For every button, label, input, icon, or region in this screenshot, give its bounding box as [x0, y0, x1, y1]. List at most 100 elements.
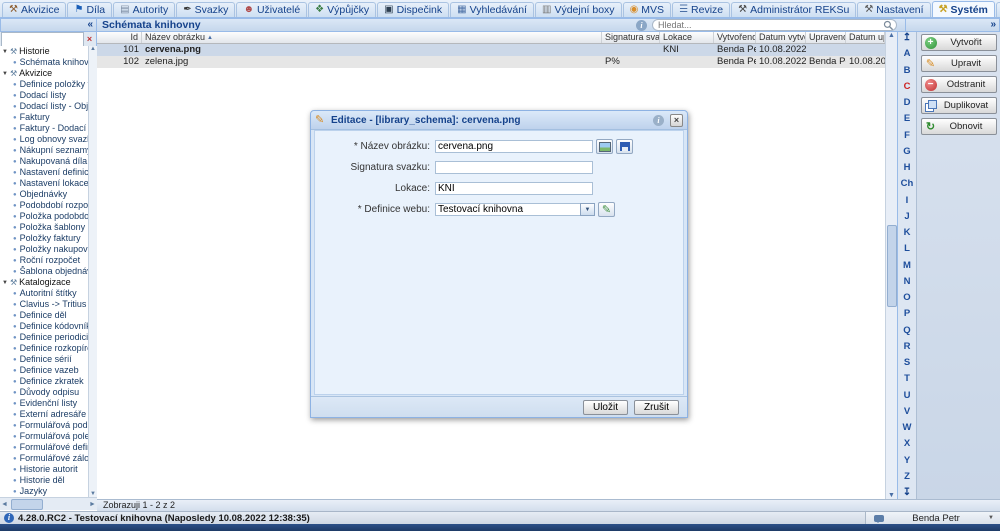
alpha-letter-a[interactable]: A — [904, 49, 911, 59]
alpha-letter-ch[interactable]: Ch — [901, 179, 914, 189]
tree-item-faktury[interactable]: ●Faktury — [0, 112, 88, 123]
tab-mvs[interactable]: ◉MVS — [623, 2, 672, 17]
tree-item-definice-periodicity[interactable]: ●Definice periodicity — [0, 332, 88, 343]
search-icon[interactable] — [883, 20, 894, 31]
tree-item-faktury-dodac-listy[interactable]: ●Faktury - Dodací listy — [0, 123, 88, 134]
tree-item-definice-vazeb[interactable]: ●Definice vazeb — [0, 365, 88, 376]
alpha-letter-n[interactable]: N — [904, 277, 911, 287]
tree-item-nastaven-definice-polo-ky[interactable]: ●Nastavení definice položky — [0, 167, 88, 178]
alpha-letter-c[interactable]: C — [904, 82, 911, 92]
vytvo-it-button[interactable]: Vytvořit — [921, 34, 997, 51]
column-header-id[interactable]: Id — [97, 32, 142, 43]
sidebar-vertical-scrollbar[interactable]: ▲▼ — [88, 46, 97, 497]
duplikovat-button[interactable]: Duplikovat — [921, 97, 997, 114]
tab-administr-tor-reksu[interactable]: ⚒Administrátor REKSu — [731, 2, 856, 17]
alpha-letter-u[interactable]: U — [904, 391, 911, 401]
alpha-letter-k[interactable]: K — [904, 228, 911, 238]
column-header-datum-vytvo[interactable]: Datum vytvo... — [756, 32, 806, 43]
tree-item-nakupovan-d-la[interactable]: ●Nakupovaná díla — [0, 156, 88, 167]
expand-right-panel-icon[interactable]: » — [990, 20, 996, 30]
tree-item-formul-ov-z-lo-ky[interactable]: ●Formulářové záložky — [0, 453, 88, 464]
column-header-vytvo-eno-u[interactable]: Vytvořeno u... — [714, 32, 756, 43]
upload-image-button[interactable] — [596, 139, 613, 154]
obnovit-button[interactable]: Obnovit — [921, 118, 997, 135]
tab-autority[interactable]: ▤Autority — [113, 2, 175, 17]
tab-dispe-ink[interactable]: ▣Dispečink — [377, 2, 449, 17]
scroll-thumb[interactable] — [887, 225, 897, 307]
alpha-letter-t[interactable]: T — [904, 374, 910, 384]
alpha-letter-m[interactable]: M — [903, 261, 911, 271]
tree-item-sch-mata-knihovny[interactable]: ●Schémata knihovny — [0, 57, 88, 68]
tab-v-p-j-ky[interactable]: ❖Výpůjčky — [308, 2, 376, 17]
tab-nastaven[interactable]: ⚒Nastavení — [857, 2, 930, 17]
info-icon[interactable]: i — [4, 513, 14, 523]
alpha-letter-q[interactable]: Q — [903, 326, 910, 336]
lokace-field[interactable] — [435, 182, 593, 195]
alpha-letter-e[interactable]: E — [904, 114, 910, 124]
alpha-letter-b[interactable]: B — [904, 66, 911, 76]
alpha-letter-s[interactable]: S — [904, 358, 910, 368]
tree-filter-input[interactable] — [1, 32, 84, 47]
tab-revize[interactable]: ☰Revize — [672, 2, 730, 17]
table-row[interactable]: 101cervena.pngKNIBenda Petr10.08.2022 — [97, 44, 885, 56]
tree-item-objedn-vky[interactable]: ●Objednávky — [0, 189, 88, 200]
tree-item-definice-rozkop-rov-n[interactable]: ●Definice rozkopírování — [0, 343, 88, 354]
column-header-upraveno-u[interactable]: Upraveno u... — [806, 32, 846, 43]
alpha-letter-f[interactable]: F — [904, 131, 910, 141]
save-image-button[interactable] — [616, 139, 633, 154]
tree-item-eviden-n-listy[interactable]: ●Evidenční listy — [0, 398, 88, 409]
sidebar-horizontal-scrollbar[interactable]: ◄ ► — [0, 497, 97, 510]
clear-filter-icon[interactable]: × — [84, 34, 95, 44]
jump-to-bottom-icon[interactable]: ↧ — [903, 488, 911, 498]
tree-item-definice-k-dovn-k[interactable]: ●Definice kódovníků — [0, 321, 88, 332]
collapse-sidebar-icon[interactable]: « — [87, 20, 93, 30]
alpha-letter-r[interactable]: R — [904, 342, 911, 352]
info-icon[interactable]: i — [636, 20, 647, 31]
scroll-left-icon[interactable]: ◄ — [0, 501, 9, 508]
scroll-right-icon[interactable]: ► — [88, 501, 97, 508]
tab-akvizice[interactable]: ⚒Akvizice — [2, 2, 66, 17]
tree-item-dodac-listy-objedn-vka[interactable]: ●Dodací listy - Objednávka — [0, 101, 88, 112]
column-header-n-zev-obr-zku[interactable]: Název obrázku▲ — [142, 32, 602, 43]
tree-item-ablona-objedn-vky[interactable]: ●Šablona objednávky — [0, 266, 88, 277]
tree-item-definice-d-l[interactable]: ●Definice děl — [0, 310, 88, 321]
jump-to-top-icon[interactable]: ↥ — [903, 33, 911, 43]
alpha-letter-i[interactable]: I — [906, 196, 909, 206]
alpha-letter-x[interactable]: X — [904, 439, 910, 449]
tab-v-dejn-boxy[interactable]: ▥Výdejní boxy — [535, 2, 622, 17]
tree-item-clavius-tritius[interactable]: ●Clavius -> Tritius — [0, 299, 88, 310]
scroll-up-icon[interactable]: ▲ — [888, 32, 895, 39]
tree-item-podobdob-rozpo-tu[interactable]: ●Podobdobí rozpočtu — [0, 200, 88, 211]
tree-item-d-vody-odpisu[interactable]: ●Důvody odpisu — [0, 387, 88, 398]
tab-svazky[interactable]: ✒Svazky — [176, 2, 235, 17]
expand-icon[interactable]: ▼ — [2, 49, 8, 55]
tree-item-historie-d-l[interactable]: ●Historie děl — [0, 475, 88, 486]
column-header-datum-upra[interactable]: Datum upra... — [846, 32, 885, 43]
close-icon[interactable]: × — [670, 114, 683, 127]
table-row[interactable]: 102zelena.jpgP%Benda Petr10.08.2022Benda… — [97, 56, 885, 68]
search-input[interactable] — [652, 19, 897, 31]
tab-vyhled-v-n[interactable]: ▦Vyhledávání — [450, 2, 534, 17]
grid-vertical-scrollbar[interactable]: ▲ ▼ — [885, 32, 897, 499]
tree-item-dodac-listy[interactable]: ●Dodací listy — [0, 90, 88, 101]
odstranit-button[interactable]: Odstranit — [921, 76, 997, 93]
alpha-letter-w[interactable]: W — [903, 423, 912, 433]
tree-item-formul-ov-pole[interactable]: ●Formulářová pole — [0, 431, 88, 442]
scroll-thumb[interactable] — [11, 499, 43, 510]
tree-item-definice-s-ri[interactable]: ●Definice sérií — [0, 354, 88, 365]
upravit-button[interactable]: Upravit — [921, 55, 997, 72]
alpha-letter-y[interactable]: Y — [904, 456, 910, 466]
tree-item-log-obnovy-svazk[interactable]: ●Log obnovy svazků — [0, 134, 88, 145]
tree-item-extern-adres-e[interactable]: ●Externí adresáře — [0, 409, 88, 420]
alpha-letter-h[interactable]: H — [904, 163, 911, 173]
column-header-lokace[interactable]: Lokace — [660, 32, 714, 43]
tree-item-polo-ky-nakupovan-ch-d-l[interactable]: ●Položky nakupovaných děl — [0, 244, 88, 255]
alpha-letter-o[interactable]: O — [903, 293, 910, 303]
dialog-info-icon[interactable]: i — [653, 115, 664, 126]
tree-item-polo-ka-podobdob-rozpo-t[interactable]: ●Položka podobdobí rozpočt — [0, 211, 88, 222]
tree-item-definice-zkratek[interactable]: ●Definice zkratek — [0, 376, 88, 387]
edit-web-definition-button[interactable] — [598, 202, 615, 217]
alpha-letter-g[interactable]: G — [903, 147, 910, 157]
tree-item-formul-ov-podpole[interactable]: ●Formulářová podpole — [0, 420, 88, 431]
tab-d-la[interactable]: ⚑Díla — [67, 2, 112, 17]
